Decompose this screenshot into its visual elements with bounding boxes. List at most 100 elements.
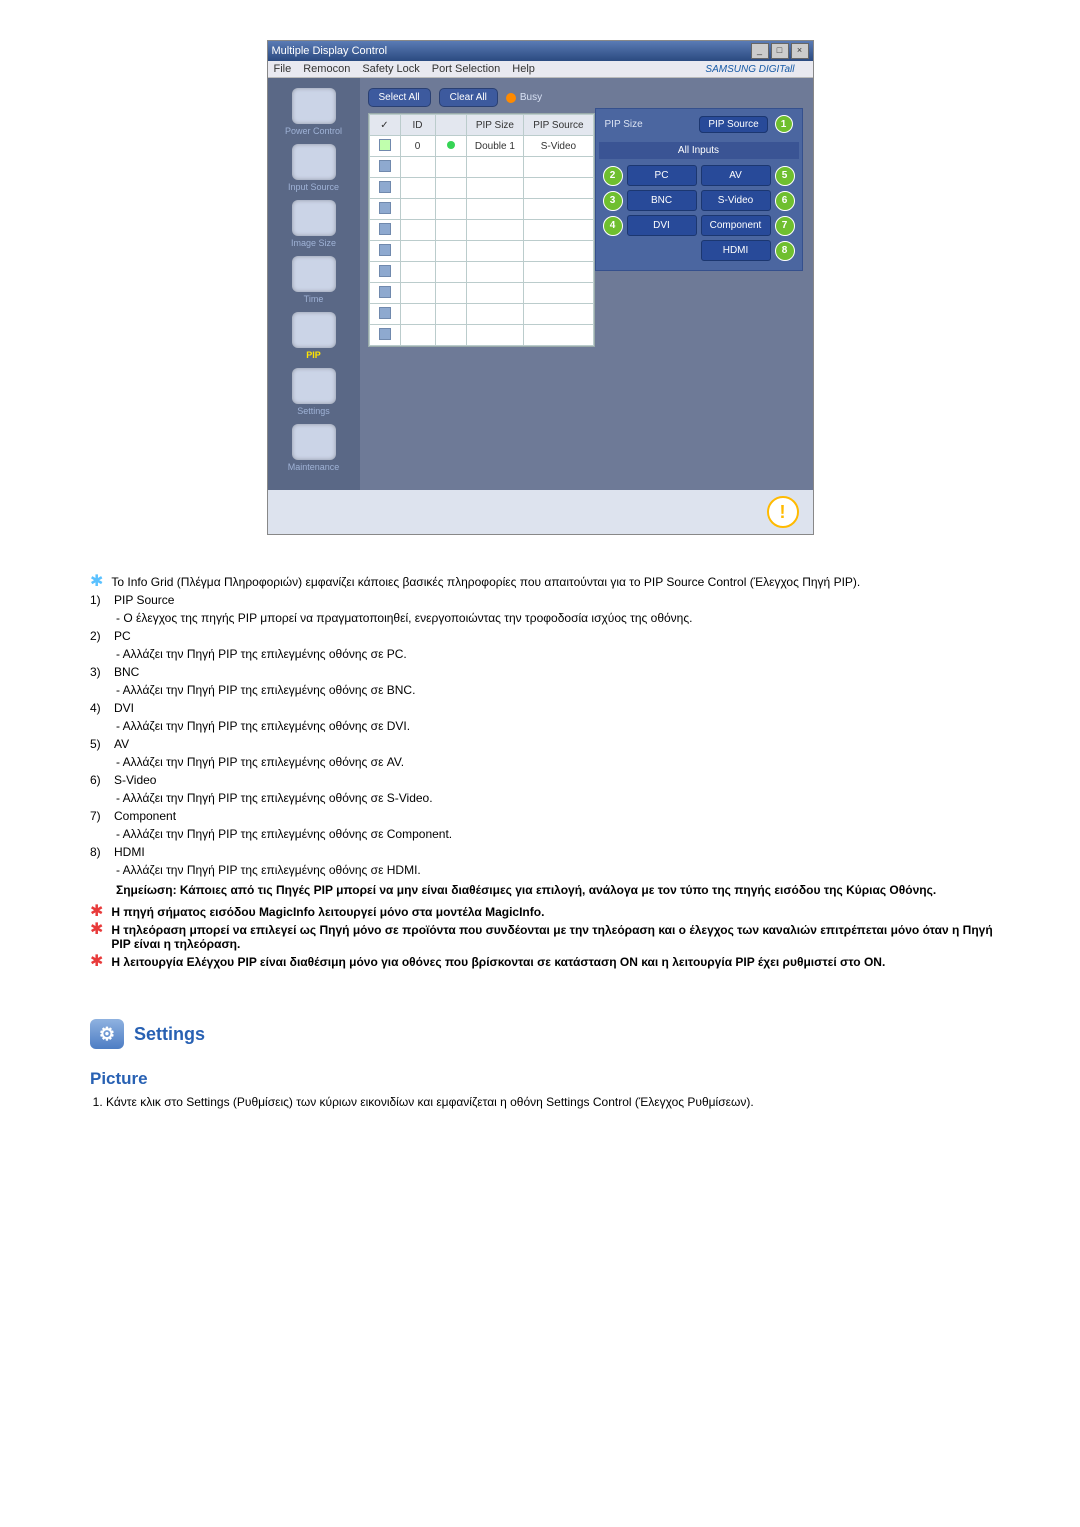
- table-row[interactable]: [369, 262, 593, 283]
- table-row[interactable]: [369, 199, 593, 220]
- table-row[interactable]: [369, 304, 593, 325]
- select-all-button[interactable]: Select All: [368, 88, 431, 107]
- callout-5: 5: [775, 166, 795, 186]
- numbered-item: 6)S-Video: [90, 773, 1010, 787]
- input-av-button[interactable]: AV: [701, 165, 771, 186]
- close-button[interactable]: ×: [791, 43, 809, 59]
- menu-safety-lock[interactable]: Safety Lock: [362, 63, 419, 75]
- input-bnc-button[interactable]: BNC: [627, 190, 697, 211]
- star-icon: ✱: [90, 905, 103, 919]
- col-pip-source: PIP Source: [524, 115, 593, 136]
- busy-label: Busy: [520, 92, 542, 103]
- pip-source-button[interactable]: PIP Source: [699, 116, 767, 133]
- sidebar: Power Control Input Source Image Size Ti…: [268, 78, 360, 490]
- callout-3: 3: [603, 191, 623, 211]
- item-number: 3): [90, 665, 106, 679]
- item-title: S-Video: [114, 773, 156, 787]
- intro-text: Το Info Grid (Πλέγμα Πληροφοριών) εμφανί…: [111, 575, 860, 589]
- table-row[interactable]: [369, 325, 593, 346]
- bullet-item: ✱Η πηγή σήματος εισόδου MagicInfo λειτου…: [90, 905, 1010, 919]
- clear-all-button[interactable]: Clear All: [439, 88, 498, 107]
- row-check[interactable]: [369, 157, 400, 178]
- sidebar-item-label: Input Source: [288, 182, 339, 192]
- menu-remocon[interactable]: Remocon: [303, 63, 350, 75]
- row-check[interactable]: [369, 304, 400, 325]
- power-icon: [292, 88, 336, 124]
- sidebar-item-settings[interactable]: Settings: [279, 368, 349, 416]
- table-row[interactable]: [369, 220, 593, 241]
- picture-heading: Picture: [90, 1069, 1010, 1089]
- row-check[interactable]: [369, 178, 400, 199]
- sidebar-item-power[interactable]: Power Control: [279, 88, 349, 136]
- sidebar-item-pip[interactable]: PIP: [279, 312, 349, 360]
- callout-4: 4: [603, 216, 623, 236]
- grid-header-row: ✓ ID PIP Size PIP Source: [369, 115, 593, 136]
- app-window: Multiple Display Control _ □ × File Remo…: [267, 40, 814, 535]
- item-title: BNC: [114, 665, 139, 679]
- input-pc-button[interactable]: PC: [627, 165, 697, 186]
- table-row[interactable]: [369, 283, 593, 304]
- col-id: ID: [400, 115, 435, 136]
- menu-help[interactable]: Help: [512, 63, 535, 75]
- row-check[interactable]: [369, 136, 400, 157]
- callout-2: 2: [603, 166, 623, 186]
- bullet-text: Η τηλεόραση μπορεί να επιλεγεί ως Πηγή μ…: [111, 923, 1010, 951]
- callout-6: 6: [775, 191, 795, 211]
- note-text: Σημείωση: Κάποιες από τις Πηγές PIP μπορ…: [116, 883, 1010, 897]
- row-check[interactable]: [369, 241, 400, 262]
- settings-icon: [292, 368, 336, 404]
- item-description: - Αλλάζει την Πηγή PIP της επιλεγμένης ο…: [116, 791, 1010, 805]
- input-svideo-button[interactable]: S-Video: [701, 190, 771, 211]
- item-description: - Αλλάζει την Πηγή PIP της επιλεγμένης ο…: [116, 683, 1010, 697]
- busy-indicator: Busy: [506, 92, 542, 103]
- all-inputs-label: All Inputs: [599, 142, 799, 159]
- sidebar-item-input[interactable]: Input Source: [279, 144, 349, 192]
- picture-step-1: Κάντε κλικ στο Settings (Ρυθμίσεις) των …: [106, 1095, 1010, 1109]
- star-icon: ✱: [90, 575, 103, 589]
- time-icon: [292, 256, 336, 292]
- bullet-text: Η λειτουργία Ελέγχου PIP είναι διαθέσιμη…: [111, 955, 885, 969]
- maximize-button[interactable]: □: [771, 43, 789, 59]
- info-grid: ✓ ID PIP Size PIP Source 0 Double 1 S-Vi…: [368, 113, 595, 347]
- table-row[interactable]: [369, 241, 593, 262]
- maintenance-icon: [292, 424, 336, 460]
- numbered-item: 3) BNC: [90, 665, 1010, 679]
- busy-dot-icon: [506, 93, 516, 103]
- table-row[interactable]: 0 Double 1 S-Video: [369, 136, 593, 157]
- title-bar: Multiple Display Control _ □ ×: [268, 41, 813, 61]
- table-row[interactable]: [369, 178, 593, 199]
- window-title: Multiple Display Control: [272, 45, 388, 57]
- bullet-item: ✱Η τηλεόραση μπορεί να επιλεγεί ως Πηγή …: [90, 923, 1010, 951]
- star-icon: ✱: [90, 955, 103, 969]
- app-body: Power Control Input Source Image Size Ti…: [268, 78, 813, 490]
- item-description: - Ο έλεγχος της πηγής PIP μπορεί να πραγ…: [116, 611, 1010, 625]
- row-check[interactable]: [369, 262, 400, 283]
- sidebar-item-time[interactable]: Time: [279, 256, 349, 304]
- col-check[interactable]: ✓: [369, 115, 400, 136]
- sidebar-item-label: Time: [304, 294, 324, 304]
- row-check[interactable]: [369, 220, 400, 241]
- row-power-led: [435, 136, 466, 157]
- row-check[interactable]: [369, 199, 400, 220]
- item-title: PC: [114, 629, 131, 643]
- minimize-button[interactable]: _: [751, 43, 769, 59]
- item-description: - Αλλάζει την Πηγή PIP της επιλεγμένης ο…: [116, 827, 1010, 841]
- menu-file[interactable]: File: [274, 63, 292, 75]
- row-check[interactable]: [369, 325, 400, 346]
- input-icon: [292, 144, 336, 180]
- item-description: - Αλλάζει την Πηγή PIP της επιλεγμένης ο…: [116, 863, 1010, 877]
- input-dvi-button[interactable]: DVI: [627, 215, 697, 236]
- sidebar-item-image-size[interactable]: Image Size: [279, 200, 349, 248]
- bullet-item: ✱ Η λειτουργία Ελέγχου PIP είναι διαθέσιμ…: [90, 955, 1010, 969]
- table-row[interactable]: [369, 157, 593, 178]
- item-number: 8): [90, 845, 106, 859]
- item-description: - Αλλάζει την Πηγή PIP της επιλεγμένης ο…: [116, 647, 1010, 661]
- input-component-button[interactable]: Component: [701, 215, 771, 236]
- row-check[interactable]: [369, 283, 400, 304]
- item-number: 5): [90, 737, 106, 751]
- sidebar-item-maintenance[interactable]: Maintenance: [279, 424, 349, 472]
- alert-icon: !: [767, 496, 799, 528]
- input-hdmi-button[interactable]: HDMI: [701, 240, 771, 261]
- row-pip-source: S-Video: [524, 136, 593, 157]
- menu-port-selection[interactable]: Port Selection: [432, 63, 500, 75]
